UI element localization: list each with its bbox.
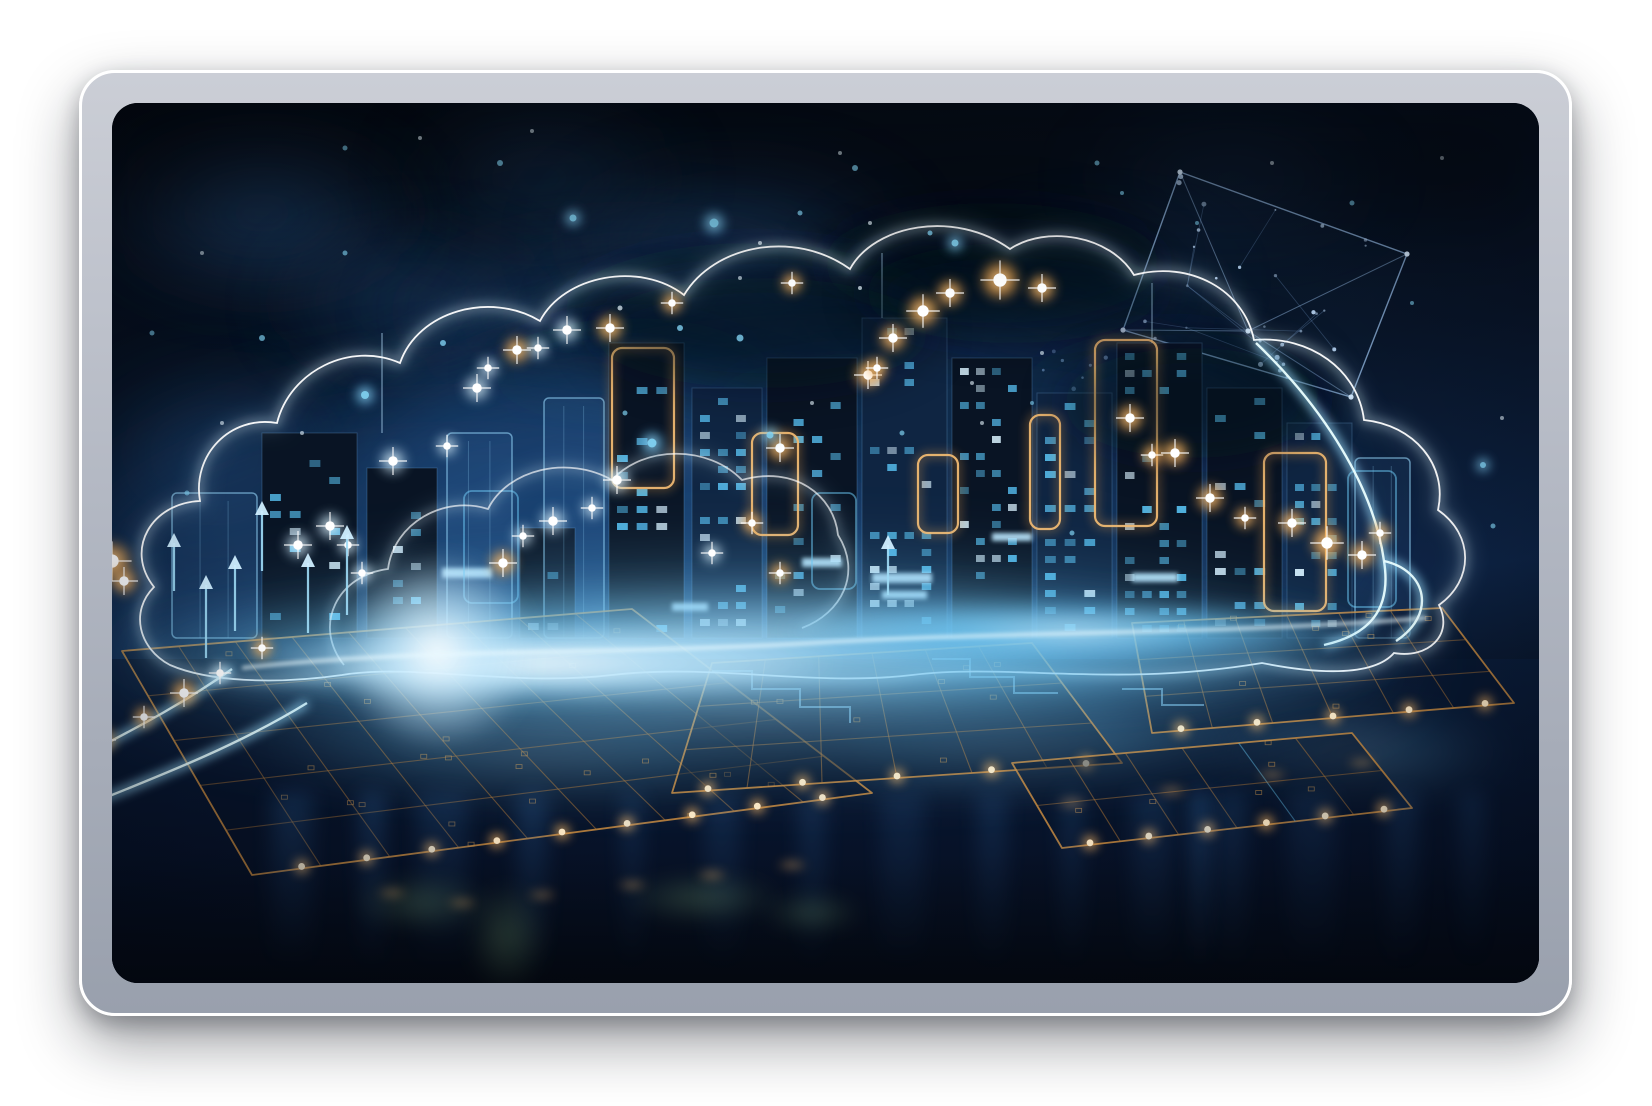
cloud-computing-artwork bbox=[112, 103, 1539, 983]
vignette bbox=[112, 103, 1539, 983]
artwork-card bbox=[79, 70, 1572, 1016]
page-background bbox=[0, 0, 1652, 1106]
artwork-viewport bbox=[112, 103, 1539, 983]
